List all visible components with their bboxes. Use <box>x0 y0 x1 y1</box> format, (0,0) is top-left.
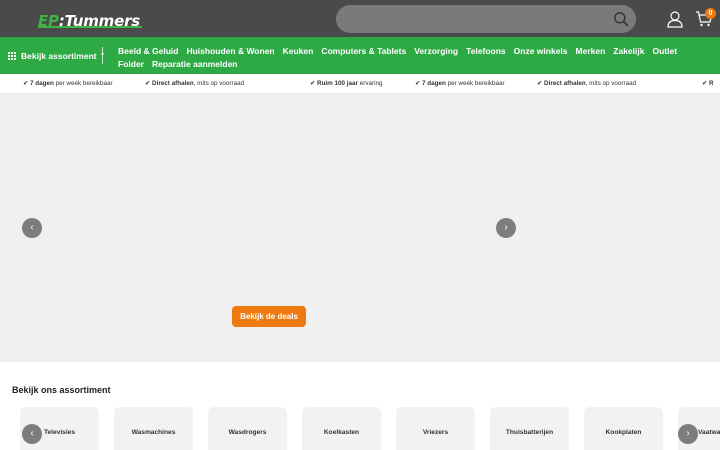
nav-link-beeld-geluid[interactable]: Beeld & Geluid <box>118 45 178 58</box>
grid-icon <box>8 51 17 61</box>
nav-link-verzorging[interactable]: Verzorging <box>414 45 458 58</box>
logo-underline <box>38 26 142 28</box>
nav-link-merken[interactable]: Merken <box>576 45 606 58</box>
category-card[interactable]: Thuisbatterijen <box>490 407 569 450</box>
search-icon[interactable] <box>613 11 629 27</box>
usp-item: ✔ Ruim 100 jaar ervaring <box>310 80 383 87</box>
usp-item: ✔ Direct afhalen, mits op voorraad <box>537 80 637 87</box>
nav-link-zakelijk[interactable]: Zakelijk <box>613 45 644 58</box>
category-carousel: Televisies Wasmachines Wasdrogers Koelka… <box>20 407 720 450</box>
hero-prev-button[interactable]: ‹ <box>22 218 42 238</box>
usp-bar: ✔ 7 dagen per week bereikbaar ✔ Direct a… <box>0 74 720 94</box>
nav-link-onze-winkels[interactable]: Onze winkels <box>514 45 568 58</box>
nav-link-huishouden-wonen[interactable]: Huishouden & Wonen <box>186 45 274 58</box>
category-card[interactable]: Wasdrogers <box>208 407 287 450</box>
nav-divider <box>102 47 103 64</box>
nav-links: Beeld & Geluid Huishouden & Wonen Keuken… <box>118 45 698 70</box>
nav-link-reparatie-aanmelden[interactable]: Reparatie aanmelden <box>152 58 238 71</box>
usp-item: ✔ 7 dagen per week bereikbaar <box>23 80 113 87</box>
usp-item: ✔ 7 dagen per week bereikbaar <box>415 80 505 87</box>
hero-next-button[interactable]: › <box>496 218 516 238</box>
nav-link-keuken[interactable]: Keuken <box>283 45 314 58</box>
assortment-menu-button[interactable]: Bekijk assortiment ⌃ <box>8 50 105 62</box>
user-icon[interactable] <box>666 10 684 28</box>
category-card[interactable]: Kookplaten <box>584 407 663 450</box>
cart-count-badge: 0 <box>705 8 716 19</box>
category-card[interactable]: Koelkasten <box>302 407 381 450</box>
section-title: Bekijk ons assortiment <box>12 385 111 395</box>
category-card[interactable]: Vriezers <box>396 407 475 450</box>
usp-item: ✔ R <box>702 80 714 87</box>
nav-link-outlet[interactable]: Outlet <box>652 45 677 58</box>
nav-link-folder[interactable]: Folder <box>118 58 144 71</box>
carousel-prev-button[interactable]: ‹ <box>22 424 42 444</box>
search-bar[interactable] <box>336 5 636 33</box>
top-header: EP:Tummers 0 <box>0 0 720 37</box>
assortment-section: Bekijk ons assortiment Televisies Wasmac… <box>0 362 720 450</box>
usp-item: ✔ Direct afhalen, mits op voorraad <box>145 80 245 87</box>
nav-link-computers-tablets[interactable]: Computers & Tablets <box>321 45 406 58</box>
logo[interactable]: EP:Tummers <box>38 9 142 29</box>
hero-banner: ‹ › Bekijk de deals <box>0 94 720 362</box>
view-deals-button[interactable]: Bekijk de deals <box>232 306 306 327</box>
carousel-next-button[interactable]: › <box>678 424 698 444</box>
assortment-menu-label: Bekijk assortiment <box>21 51 97 61</box>
search-input[interactable] <box>336 5 636 33</box>
category-card[interactable]: Wasmachines <box>114 407 193 450</box>
nav-link-telefoons[interactable]: Telefoons <box>466 45 506 58</box>
